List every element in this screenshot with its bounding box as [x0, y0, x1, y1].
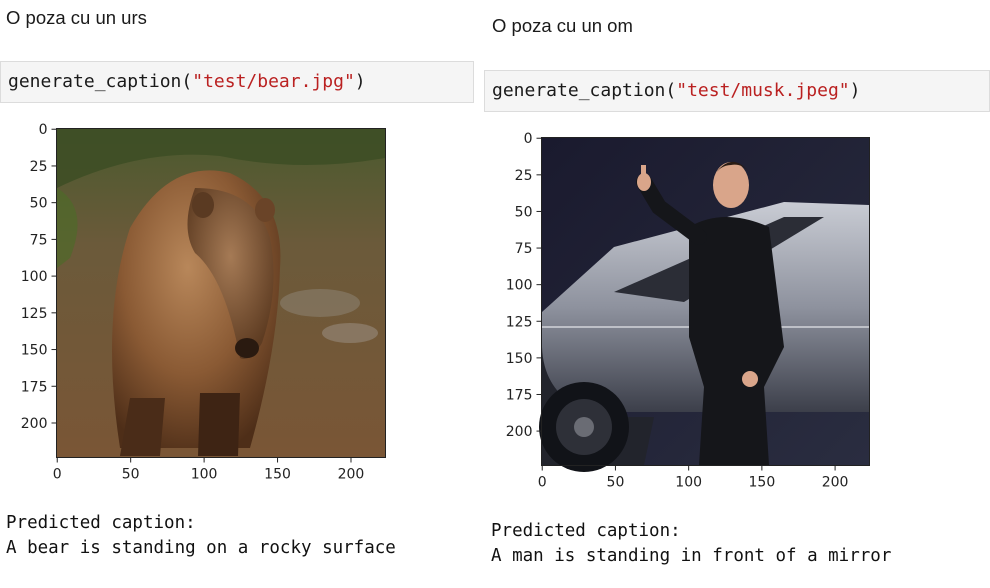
- left-y-tick-label: 25: [30, 159, 48, 175]
- right-y-tick-label: 150: [506, 351, 533, 367]
- right-y-tick-label: 75: [515, 241, 533, 257]
- left-code-close: ): [354, 71, 366, 92]
- right-x-tick-label: 50: [607, 475, 625, 491]
- right-code-cell[interactable]: generate_caption("test/musk.jpeg"): [484, 70, 990, 112]
- left-code-fn: generate_caption(: [8, 71, 193, 92]
- left-x-axis: 0 50 100 150 200: [53, 457, 365, 483]
- left-code-cell[interactable]: generate_caption("test/bear.jpg"): [0, 61, 474, 103]
- left-image-plot: 0 25 50 75 100 125 150 175 200 0 50 100 150 200: [21, 122, 386, 483]
- right-x-tick-label: 200: [822, 475, 849, 491]
- left-y-tick-label: 200: [21, 416, 48, 432]
- left-code-arg: "test/bear.jpg": [192, 71, 355, 92]
- right-y-tick-label: 0: [524, 131, 533, 147]
- left-y-tick-label: 50: [30, 196, 48, 212]
- right-y-tick-label: 125: [506, 314, 533, 330]
- right-x-tick-label: 150: [749, 475, 776, 491]
- left-heading: O poza cu un urs: [6, 7, 147, 28]
- left-x-tick-label: 200: [338, 467, 365, 483]
- left-x-tick-label: 0: [53, 467, 62, 483]
- right-y-tick-label: 200: [506, 424, 533, 440]
- right-x-tick-label: 0: [538, 475, 547, 491]
- right-y-tick-label: 25: [515, 168, 533, 184]
- right-y-axis: 0 25 50 75 100 125 150 175 200: [506, 131, 542, 440]
- right-predicted-caption: A man is standing in front of a mirror: [491, 546, 892, 566]
- right-y-tick-label: 100: [506, 278, 533, 294]
- right-code-arg: "test/musk.jpeg": [676, 80, 850, 101]
- left-y-axis: 0 25 50 75 100 125 150 175 200: [21, 122, 57, 432]
- right-y-tick-label: 175: [506, 387, 533, 403]
- left-x-tick-label: 50: [122, 467, 140, 483]
- right-y-tick-label: 50: [515, 204, 533, 220]
- right-code-fn: generate_caption(: [492, 80, 677, 101]
- right-output-label: Predicted caption:: [491, 521, 681, 541]
- right-x-tick-label: 100: [675, 475, 702, 491]
- left-y-tick-label: 75: [30, 232, 48, 248]
- left-x-tick-label: 100: [191, 467, 218, 483]
- right-image-plot: 0 25 50 75 100 125 150 175 200 0 50 100 150 200: [506, 131, 870, 491]
- right-output: Predicted caption: A man is standing in f…: [491, 519, 891, 569]
- right-heading: O poza cu un om: [492, 15, 633, 36]
- left-y-tick-label: 175: [21, 379, 48, 395]
- left-y-tick-label: 0: [39, 122, 48, 138]
- bear-photo: [57, 129, 385, 457]
- left-output-label: Predicted caption:: [6, 513, 196, 533]
- left-y-tick-label: 150: [21, 343, 48, 359]
- left-predicted-caption: A bear is standing on a rocky surface: [6, 538, 396, 558]
- man-truck-photo: [539, 138, 869, 472]
- right-code-close: ): [849, 80, 861, 101]
- left-output: Predicted caption: A bear is standing on …: [6, 511, 396, 561]
- left-y-tick-label: 125: [21, 306, 48, 322]
- left-y-tick-label: 100: [21, 269, 48, 285]
- left-x-tick-label: 150: [264, 467, 291, 483]
